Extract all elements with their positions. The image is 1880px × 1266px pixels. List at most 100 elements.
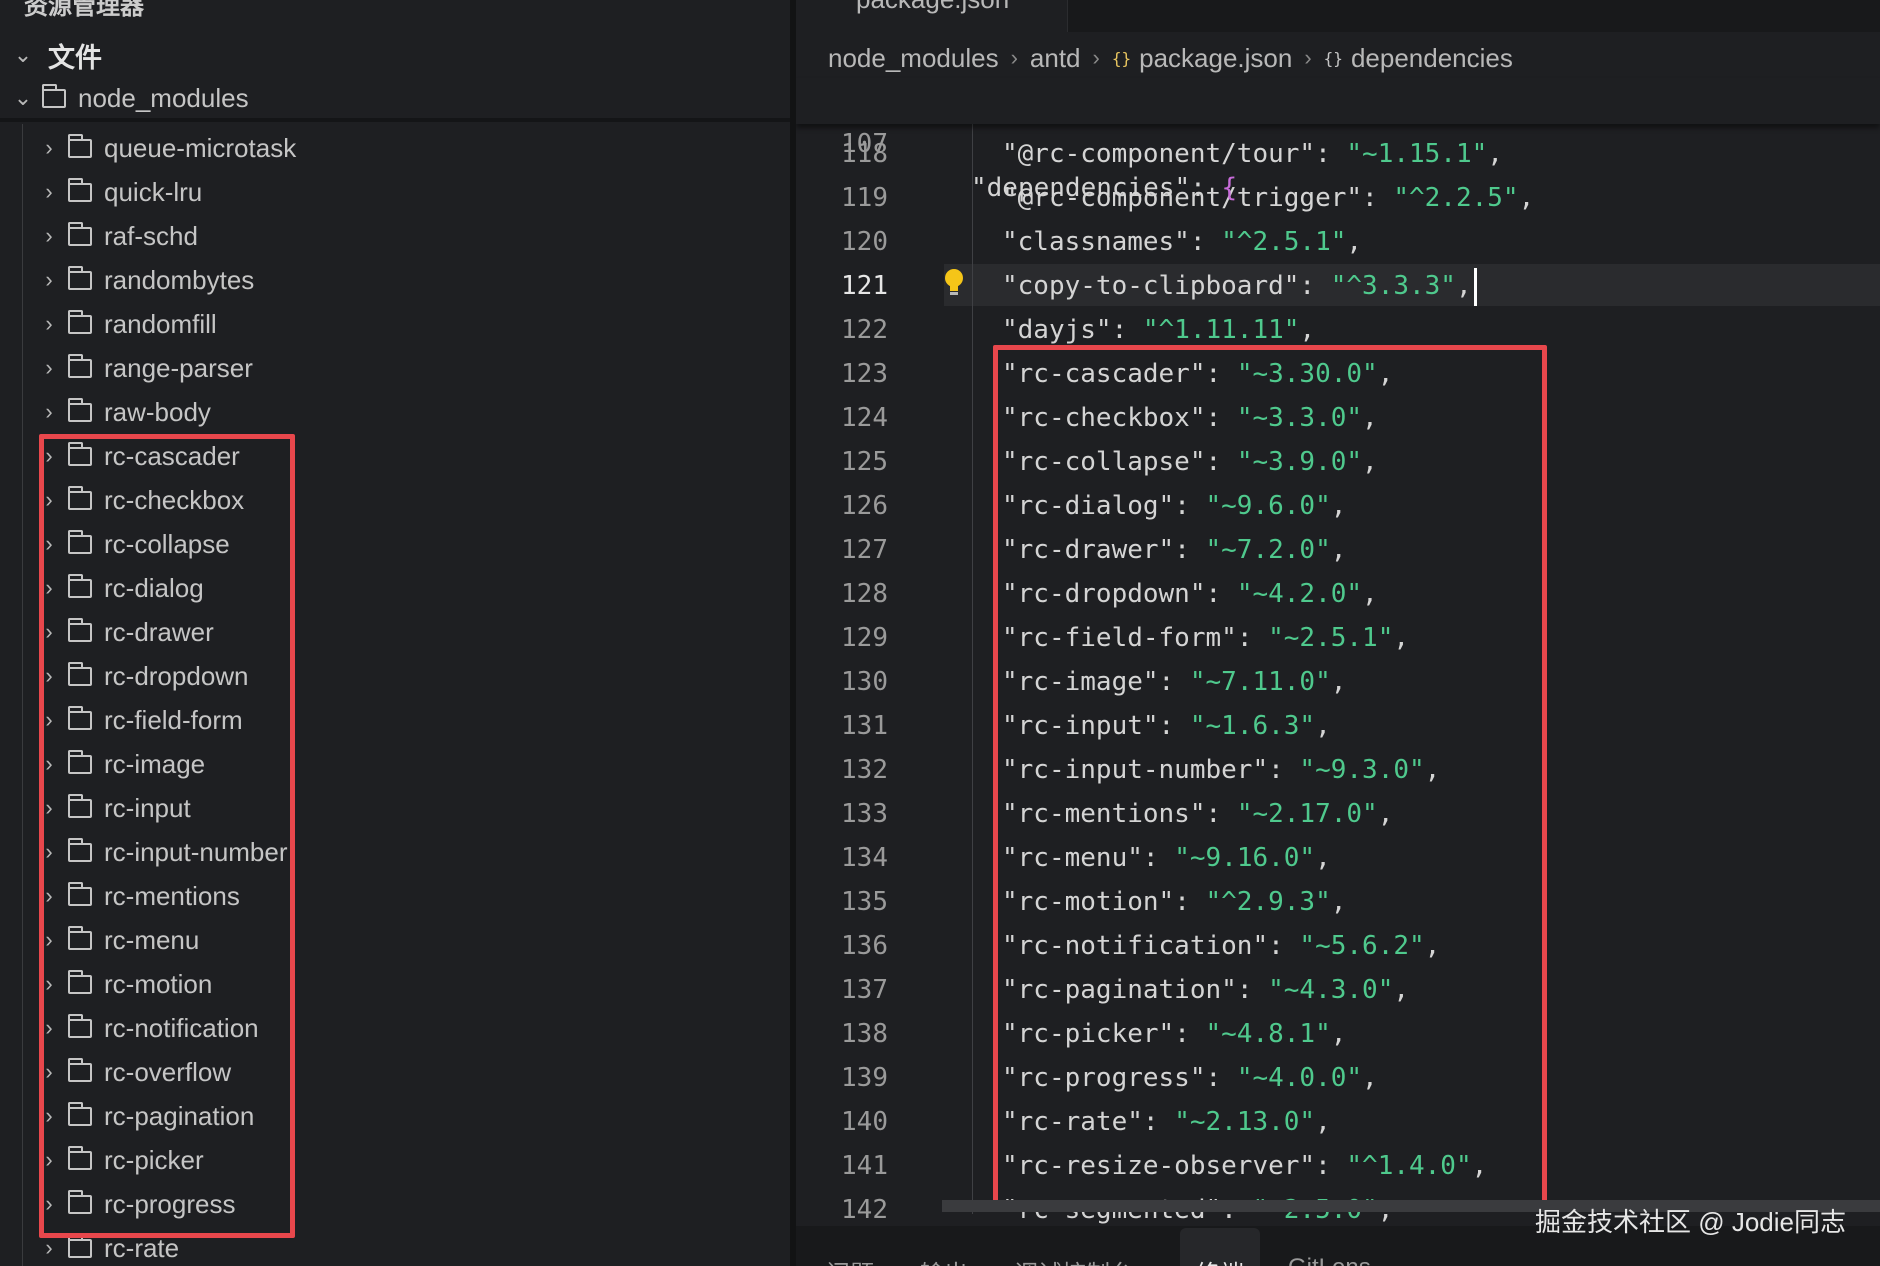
line-number: 132 bbox=[841, 755, 888, 785]
json-colon: : bbox=[1299, 271, 1331, 301]
json-brace: { bbox=[1221, 173, 1238, 203]
line-number: 133 bbox=[841, 799, 888, 829]
tree-item[interactable]: › quick-lru bbox=[38, 171, 202, 213]
tab-label: package.json bbox=[856, 0, 1009, 15]
line-number: 139 bbox=[841, 1063, 888, 1093]
json-file-icon: {} bbox=[1111, 48, 1132, 68]
chevron-down-icon: ⌄ bbox=[13, 85, 33, 110]
tree-item-label: randombytes bbox=[104, 264, 255, 295]
highlight-box bbox=[39, 434, 295, 1238]
line-number: 128 bbox=[841, 579, 888, 609]
code-line[interactable]: 120 "classnames": "^2.5.1", bbox=[796, 220, 1880, 264]
line-number: 141 bbox=[841, 1151, 888, 1181]
tree-item-node-modules[interactable]: ⌄ node_modules bbox=[12, 77, 249, 119]
json-value: "^2.2.5" bbox=[1393, 183, 1519, 213]
watermark: 掘金技术社区 @ Jodie同志 bbox=[1535, 1207, 1846, 1237]
line-number: 136 bbox=[841, 931, 888, 961]
explorer-title: 资源管理器 bbox=[24, 0, 144, 20]
chevron-right-icon: › bbox=[1304, 45, 1312, 70]
text-cursor bbox=[1473, 267, 1477, 306]
tab-output[interactable]: 输出 bbox=[920, 1228, 980, 1266]
tree-item[interactable]: › randomfill bbox=[38, 303, 216, 345]
json-key: "classnames" bbox=[1002, 227, 1190, 257]
chevron-right-icon: › bbox=[45, 179, 53, 204]
json-comma: , bbox=[1346, 227, 1363, 257]
line-number: 122 bbox=[841, 315, 888, 345]
line-number: 127 bbox=[841, 535, 888, 565]
line-number: 125 bbox=[841, 447, 888, 477]
tree-item-label: node_modules bbox=[78, 82, 249, 113]
chevron-right-icon: › bbox=[1010, 45, 1018, 70]
tree-item[interactable]: › queue-microtask bbox=[38, 127, 296, 169]
json-comma: , bbox=[1518, 183, 1535, 213]
tree-item-label: range-parser bbox=[104, 352, 253, 383]
folder-icon bbox=[68, 309, 92, 334]
breadcrumb: node_modules › antd › {} package.json › … bbox=[828, 38, 1513, 78]
sticky-scroll-line[interactable]: 107 "dependencies": { bbox=[796, 78, 1880, 203]
folder-icon bbox=[68, 133, 92, 158]
json-comma: , bbox=[1487, 139, 1503, 169]
indent-guide bbox=[22, 124, 23, 1266]
tab-debug-console[interactable]: 调试控制台 bbox=[1014, 1228, 1154, 1266]
tree-item-label: raw-body bbox=[104, 396, 211, 427]
highlight-box bbox=[993, 345, 1547, 1205]
line-number: 135 bbox=[841, 887, 888, 917]
json-colon: : bbox=[1111, 315, 1143, 345]
tree-item[interactable]: › randombytes bbox=[38, 259, 254, 301]
folder-icon bbox=[68, 177, 92, 202]
chevron-right-icon: › bbox=[45, 1235, 53, 1260]
tree-item[interactable]: › range-parser bbox=[38, 347, 253, 389]
json-value: "~1.15.1" bbox=[1346, 139, 1488, 169]
line-number: 140 bbox=[841, 1107, 888, 1137]
breadcrumb-item[interactable]: package.json bbox=[1139, 43, 1292, 74]
editor-panel: package.json node_modules › antd › {} pa… bbox=[796, 0, 1880, 1266]
chevron-right-icon: › bbox=[45, 135, 53, 160]
folder-open-icon bbox=[42, 83, 66, 108]
tab-problems[interactable]: 问题 bbox=[826, 1228, 886, 1266]
json-key: "dependencies" bbox=[971, 173, 1191, 203]
json-comma: , bbox=[1299, 315, 1316, 345]
code-line[interactable]: 118 "@rc-component/tour": "~1.15.1", bbox=[796, 132, 1880, 176]
tree-item-label: raf-schd bbox=[104, 220, 198, 251]
chevron-right-icon: › bbox=[45, 311, 53, 336]
chevron-right-icon: › bbox=[45, 267, 53, 292]
explorer-panel: 资源管理器 ⌄ 文件 ⌄ node_modules › queue-microta… bbox=[0, 0, 790, 1266]
tree-item[interactable]: › raw-body bbox=[38, 391, 211, 433]
folder-icon bbox=[68, 1233, 92, 1258]
folder-icon bbox=[68, 353, 92, 378]
json-value: "^2.5.1" bbox=[1221, 227, 1347, 257]
json-colon: : bbox=[1362, 183, 1394, 213]
chevron-right-icon: › bbox=[45, 223, 53, 248]
json-key: "@rc-component/tour" bbox=[1002, 139, 1316, 169]
tree-item[interactable]: › raf-schd bbox=[38, 215, 198, 257]
sticky-divider bbox=[0, 118, 790, 122]
json-comma: , bbox=[1455, 271, 1472, 301]
chevron-right-icon: › bbox=[1092, 45, 1100, 70]
line-number: 131 bbox=[841, 711, 888, 741]
folder-icon bbox=[68, 397, 92, 422]
line-number: 126 bbox=[841, 491, 888, 521]
line-number: 124 bbox=[841, 403, 888, 433]
line-number: 129 bbox=[841, 623, 888, 653]
code-line[interactable]: 119 "@rc-component/trigger": "^2.2.5", bbox=[796, 176, 1880, 220]
tab-gitlens[interactable]: GitLens bbox=[1288, 1228, 1378, 1266]
breadcrumb-item[interactable]: antd bbox=[1030, 43, 1081, 74]
folder-icon bbox=[68, 265, 92, 290]
code-line[interactable]: 121 "copy-to-clipboard": "^3.3.3", bbox=[796, 264, 1880, 308]
section-files[interactable]: ⌄ 文件 bbox=[12, 34, 102, 76]
line-number: 121 bbox=[841, 271, 888, 301]
json-key: "copy-to-clipboard" bbox=[1002, 271, 1300, 301]
json-colon: : bbox=[1315, 139, 1347, 169]
section-files-label: 文件 bbox=[48, 42, 102, 73]
chevron-right-icon: › bbox=[45, 399, 53, 424]
tab-package-json[interactable]: package.json bbox=[796, 0, 1068, 32]
breadcrumb-item[interactable]: node_modules bbox=[828, 43, 999, 74]
line-number: 130 bbox=[841, 667, 888, 697]
line-number: 138 bbox=[841, 1019, 888, 1049]
tab-terminal[interactable]: 终端 bbox=[1180, 1228, 1260, 1266]
json-value: "^1.11.11" bbox=[1142, 315, 1300, 345]
breadcrumb-item[interactable]: dependencies bbox=[1351, 43, 1513, 74]
json-value: "^3.3.3" bbox=[1330, 271, 1456, 301]
chevron-right-icon: › bbox=[45, 355, 53, 380]
tree-item-label: queue-microtask bbox=[104, 132, 297, 163]
